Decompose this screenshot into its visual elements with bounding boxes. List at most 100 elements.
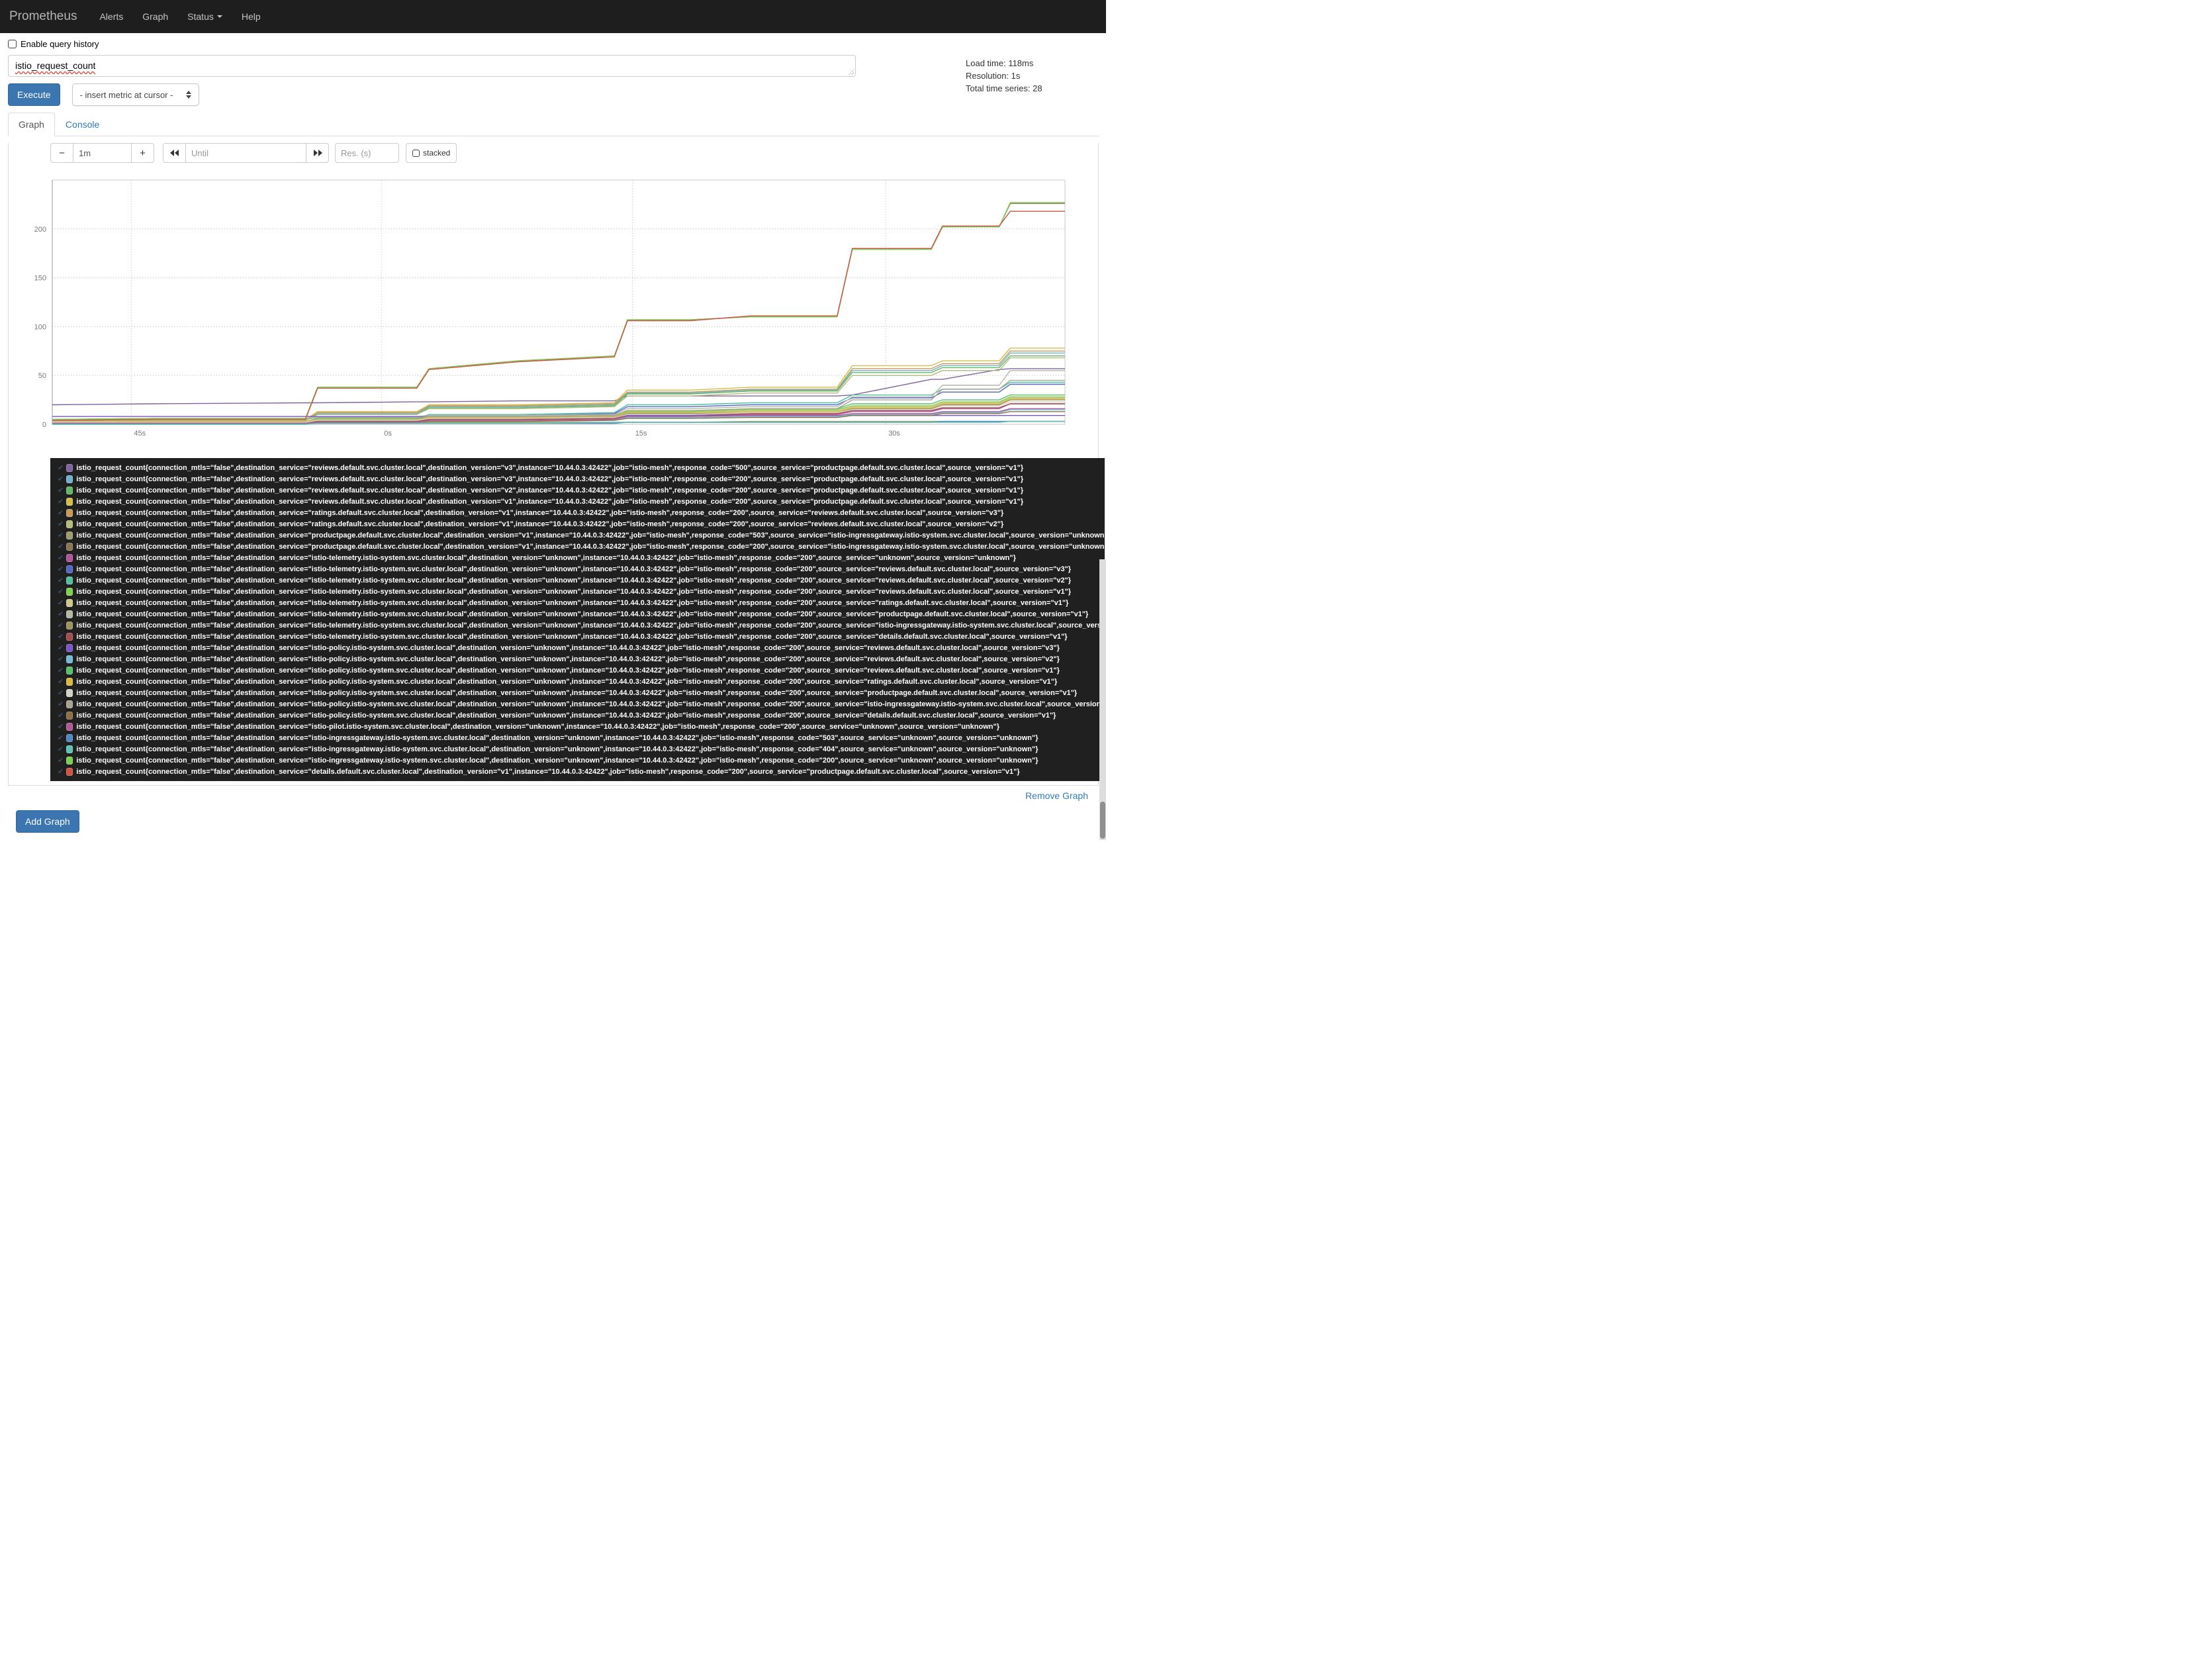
series-color-swatch [66,621,73,630]
graph-console-tabs: Graph Console [8,113,1099,136]
series-color-swatch [66,598,73,607]
x-tick-label: 30s [888,430,900,438]
tab-graph[interactable]: Graph [8,113,55,136]
legend-item[interactable]: ✔ istio_request_count{connection_mtls="fa… [58,732,1105,743]
series-label: istio_request_count{connection_mtls="fal… [76,677,1058,686]
legend-item[interactable]: ✔ istio_request_count{connection_mtls="fa… [58,608,1105,620]
plot-border [52,179,1066,425]
series-color-swatch [66,643,73,652]
series-line [52,368,1065,406]
legend-item[interactable]: ✔ istio_request_count{connection_mtls="fa… [58,665,1105,676]
select-updown-icon [185,91,191,99]
nav-item-graph[interactable]: Graph [142,11,168,22]
resize-handle-icon[interactable] [847,68,854,75]
series-color-swatch [66,745,73,753]
check-icon: ✔ [58,622,64,630]
series-label: istio_request_count{connection_mtls="fal… [76,756,1038,765]
time-series-chart[interactable]: 0 50 100 150 200 45s 0s 15s 30s [10,177,1082,438]
series-label: istio_request_count{connection_mtls="fal… [76,621,1105,630]
series-color-swatch [66,463,73,472]
series-label: istio_request_count{connection_mtls="fal… [76,497,1024,506]
total-time-series: Total time series: 28 [966,83,1042,94]
legend-item[interactable]: ✔ istio_request_count{connection_mtls="fa… [58,552,1105,563]
legend-item[interactable]: ✔ istio_request_count{connection_mtls="fa… [58,653,1105,665]
series-label: istio_request_count{connection_mtls="fal… [76,531,1105,539]
check-icon: ✔ [58,723,64,731]
series-line [52,203,1065,420]
until-input[interactable] [185,143,306,163]
series-label: istio_request_count{connection_mtls="fal… [76,587,1072,596]
check-icon: ✔ [58,464,64,472]
y-tick-label: 200 [34,226,46,234]
query-history-checkbox[interactable] [8,40,17,48]
legend-item[interactable]: ✔ istio_request_count{connection_mtls="fa… [58,766,1105,777]
series-line [52,202,1065,420]
series-label: istio_request_count{connection_mtls="fal… [76,688,1078,697]
nav-item-help[interactable]: Help [242,11,261,22]
series-label: istio_request_count{connection_mtls="fal… [76,711,1056,720]
add-graph-button[interactable]: Add Graph [16,810,79,833]
legend-item[interactable]: ✔ istio_request_count{connection_mtls="fa… [58,642,1105,653]
vertical-scrollbar[interactable] [1099,559,1106,840]
y-tick-label: 50 [38,372,46,380]
brand-prometheus[interactable]: Prometheus [9,9,77,24]
legend-item[interactable]: ✔ istio_request_count{connection_mtls="fa… [58,507,1105,518]
series-label: istio_request_count{connection_mtls="fal… [76,463,1024,472]
legend-item[interactable]: ✔ istio_request_count{connection_mtls="fa… [58,485,1105,496]
check-icon: ✔ [58,644,64,652]
range-increase-button[interactable]: + [131,143,154,163]
check-icon: ✔ [58,633,64,641]
legend-item[interactable]: ✔ istio_request_count{connection_mtls="fa… [58,563,1105,575]
series-label: istio_request_count{connection_mtls="fal… [76,666,1060,675]
series-legend: ✔ istio_request_count{connection_mtls="fa… [50,458,1105,781]
check-icon: ✔ [58,745,64,753]
remove-graph-link[interactable]: Remove Graph [1025,790,1088,801]
series-color-swatch [66,733,73,742]
query-history-label: Enable query history [21,39,99,49]
series-color-swatch [66,711,73,720]
legend-item[interactable]: ✔ istio_request_count{connection_mtls="fa… [58,710,1105,721]
load-time: Load time: 118ms [966,58,1034,68]
query-stats: Load time: 118ms Resolution: 1s Total ti… [966,57,1042,95]
range-input[interactable] [73,143,132,163]
legend-item[interactable]: ✔ istio_request_count{connection_mtls="fa… [58,530,1105,541]
series-color-swatch [66,497,73,506]
check-icon: ✔ [58,509,64,517]
legend-item[interactable]: ✔ istio_request_count{connection_mtls="fa… [58,597,1105,608]
stacked-toggle[interactable]: stacked [406,143,457,163]
series-label: istio_request_count{connection_mtls="fal… [76,722,999,731]
series-color-swatch [66,508,73,517]
series-color-swatch [66,688,73,697]
series-color-swatch [66,553,73,562]
stacked-checkbox[interactable] [412,149,420,157]
legend-item[interactable]: ✔ istio_request_count{connection_mtls="fa… [58,743,1105,755]
scrollbar-thumb[interactable] [1100,802,1105,839]
legend-item[interactable]: ✔ istio_request_count{connection_mtls="fa… [58,473,1105,485]
legend-item[interactable]: ✔ istio_request_count{connection_mtls="fa… [58,687,1105,698]
resolution-input[interactable] [335,143,399,163]
legend-item[interactable]: ✔ istio_request_count{connection_mtls="fa… [58,518,1105,530]
forward-button[interactable] [306,143,329,163]
range-decrease-button[interactable]: − [50,143,73,163]
series-color-swatch [66,520,73,528]
legend-item[interactable]: ✔ istio_request_count{connection_mtls="fa… [58,462,1105,473]
legend-item[interactable]: ✔ istio_request_count{connection_mtls="fa… [58,755,1105,766]
rewind-button[interactable] [163,143,186,163]
legend-item[interactable]: ✔ istio_request_count{connection_mtls="fa… [58,698,1105,710]
legend-item[interactable]: ✔ istio_request_count{connection_mtls="fa… [58,620,1105,631]
legend-item[interactable]: ✔ istio_request_count{connection_mtls="fa… [58,631,1105,642]
legend-item[interactable]: ✔ istio_request_count{connection_mtls="fa… [58,586,1105,597]
nav-item-label: Help [241,11,261,22]
tab-console[interactable]: Console [55,113,110,136]
execute-button[interactable]: Execute [8,83,60,106]
query-input[interactable]: istio_request_count [8,55,856,77]
legend-item[interactable]: ✔ istio_request_count{connection_mtls="fa… [58,541,1105,552]
nav-item-status[interactable]: Status [187,11,222,22]
stacked-label: stacked [423,148,451,158]
legend-item[interactable]: ✔ istio_request_count{connection_mtls="fa… [58,496,1105,507]
legend-item[interactable]: ✔ istio_request_count{connection_mtls="fa… [58,721,1105,732]
legend-item[interactable]: ✔ istio_request_count{connection_mtls="fa… [58,575,1105,586]
insert-metric-select[interactable]: - insert metric at cursor - [71,83,199,106]
legend-item[interactable]: ✔ istio_request_count{connection_mtls="fa… [58,676,1105,687]
nav-item-alerts[interactable]: Alerts [99,11,123,22]
